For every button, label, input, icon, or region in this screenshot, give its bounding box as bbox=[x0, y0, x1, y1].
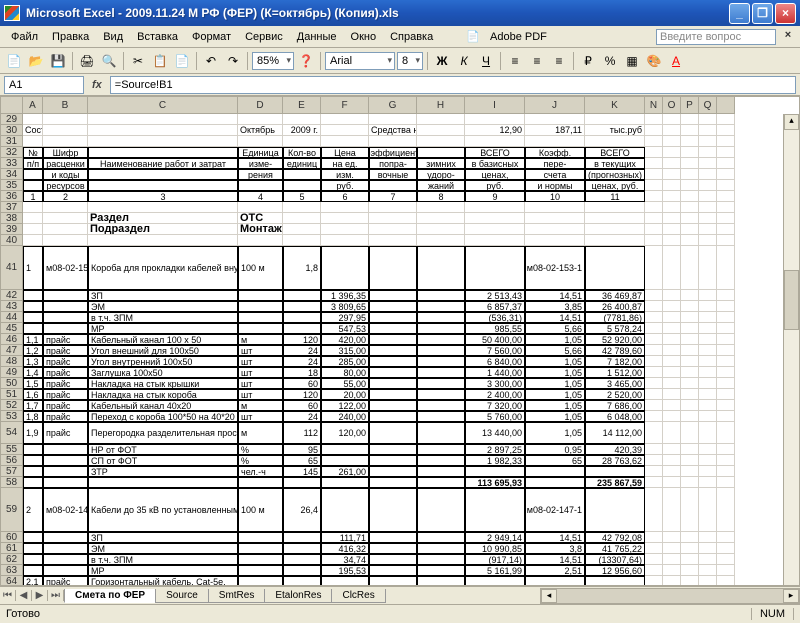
redo-icon[interactable]: ↷ bbox=[223, 51, 243, 71]
close-button[interactable]: × bbox=[775, 3, 796, 24]
sheet-tab[interactable]: Source bbox=[155, 589, 209, 603]
sheet-tab[interactable]: SmtRes bbox=[208, 589, 266, 603]
undo-icon[interactable]: ↶ bbox=[201, 51, 221, 71]
formula-bar: fx bbox=[0, 74, 800, 96]
paste-icon[interactable]: 📄 bbox=[172, 51, 192, 71]
tab-first-icon[interactable]: ⏮ bbox=[0, 590, 16, 601]
menu-insert[interactable]: Вставка bbox=[130, 29, 185, 45]
maximize-button[interactable]: ❐ bbox=[752, 3, 773, 24]
bold-icon[interactable]: Ж bbox=[432, 51, 452, 71]
align-center-icon[interactable]: ≡ bbox=[527, 51, 547, 71]
sheet-tab-active[interactable]: Смета по ФЕР bbox=[64, 589, 156, 603]
spreadsheet-grid[interactable]: ABCDEFGHIJKNOPQ2930Составлен(а) в уровне… bbox=[0, 96, 800, 586]
standard-toolbar: 📄 📂 💾 🖨 🔍 ✂ 📋 📄 ↶ ↷ 85% ❓ Arial 8 Ж К Ч … bbox=[0, 48, 800, 74]
fx-icon[interactable]: fx bbox=[88, 79, 106, 91]
preview-icon[interactable]: 🔍 bbox=[99, 51, 119, 71]
titlebar: Microsoft Excel - 2009.11.24 М РФ (ФЕР) … bbox=[0, 0, 800, 26]
menu-adobe-pdf[interactable]: 📄 Adobe PDF bbox=[460, 28, 560, 45]
workbook-close-button[interactable]: × bbox=[780, 29, 796, 45]
save-icon[interactable]: 💾 bbox=[48, 51, 68, 71]
menu-file[interactable]: Файл bbox=[4, 29, 45, 45]
open-icon[interactable]: 📂 bbox=[26, 51, 46, 71]
scroll-up-icon[interactable]: ▴ bbox=[784, 114, 799, 130]
window-title: Microsoft Excel - 2009.11.24 М РФ (ФЕР) … bbox=[26, 6, 729, 20]
name-box[interactable] bbox=[4, 76, 84, 94]
scroll-thumb[interactable] bbox=[784, 270, 799, 330]
excel-icon bbox=[4, 5, 20, 21]
fontsize-combo[interactable]: 8 bbox=[397, 52, 423, 70]
fontcolor-icon[interactable]: A bbox=[666, 51, 686, 71]
tab-prev-icon[interactable]: ◀ bbox=[16, 590, 32, 601]
formula-input[interactable] bbox=[110, 76, 796, 94]
menu-window[interactable]: Окно bbox=[344, 29, 384, 45]
menu-format[interactable]: Формат bbox=[185, 29, 238, 45]
minimize-button[interactable]: _ bbox=[729, 3, 750, 24]
borders-icon[interactable]: ▦ bbox=[622, 51, 642, 71]
cut-icon[interactable]: ✂ bbox=[128, 51, 148, 71]
help-icon[interactable]: ❓ bbox=[296, 51, 316, 71]
tab-next-icon[interactable]: ▶ bbox=[32, 590, 48, 601]
zoom-combo[interactable]: 85% bbox=[252, 52, 294, 70]
currency-icon[interactable]: ₽ bbox=[578, 51, 598, 71]
horizontal-scrollbar[interactable]: ◂ ▸ bbox=[540, 588, 800, 604]
menu-edit[interactable]: Правка bbox=[45, 29, 96, 45]
menu-view[interactable]: Вид bbox=[96, 29, 130, 45]
menubar: Файл Правка Вид Вставка Формат Сервис Да… bbox=[0, 26, 800, 48]
sheet-tab[interactable]: ClcRes bbox=[331, 589, 385, 603]
help-question-input[interactable] bbox=[656, 29, 776, 45]
menu-help[interactable]: Справка bbox=[383, 29, 440, 45]
copy-icon[interactable]: 📋 bbox=[150, 51, 170, 71]
sheet-tab[interactable]: EtalonRes bbox=[264, 589, 332, 603]
underline-icon[interactable]: Ч bbox=[476, 51, 496, 71]
scroll-right-icon[interactable]: ▸ bbox=[783, 589, 799, 603]
percent-icon[interactable]: % bbox=[600, 51, 620, 71]
statusbar: Готово NUM bbox=[0, 604, 800, 623]
print-icon[interactable]: 🖨 bbox=[77, 51, 97, 71]
italic-icon[interactable]: К bbox=[454, 51, 474, 71]
fillcolor-icon[interactable]: 🎨 bbox=[644, 51, 664, 71]
vertical-scrollbar[interactable]: ▴ bbox=[783, 114, 799, 585]
menu-tools[interactable]: Сервис bbox=[238, 29, 290, 45]
numlock-indicator: NUM bbox=[751, 608, 794, 620]
font-combo[interactable]: Arial bbox=[325, 52, 395, 70]
status-text: Готово bbox=[6, 608, 751, 620]
scroll-left-icon[interactable]: ◂ bbox=[541, 589, 557, 603]
align-right-icon[interactable]: ≡ bbox=[549, 51, 569, 71]
tab-last-icon[interactable]: ⏭ bbox=[48, 590, 64, 601]
new-icon[interactable]: 📄 bbox=[4, 51, 24, 71]
scroll-thumb[interactable] bbox=[557, 589, 783, 603]
align-left-icon[interactable]: ≡ bbox=[505, 51, 525, 71]
menu-data[interactable]: Данные bbox=[290, 29, 344, 45]
sheet-tabbar: ⏮ ◀ ▶ ⏭ Смета по ФЕР Source SmtRes Etalo… bbox=[0, 586, 800, 604]
